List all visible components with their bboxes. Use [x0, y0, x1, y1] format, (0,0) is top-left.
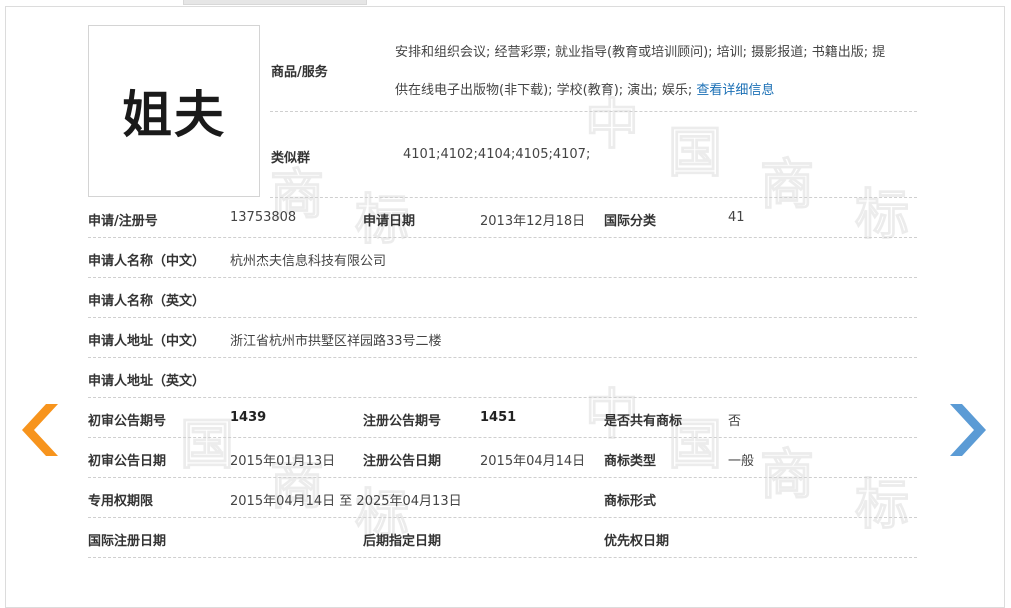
address-cn-label: 申请人地址（中文）	[88, 334, 206, 349]
intl-reg-date-label: 国际注册日期	[88, 534, 167, 549]
intl-class-label: 国际分类	[604, 214, 657, 229]
exclusive-period-label: 专用权期限	[88, 494, 154, 509]
prelim-issue-value: 1439	[230, 410, 267, 425]
reg-issue-value: 1451	[480, 410, 517, 425]
divider	[270, 111, 917, 112]
app-date-label: 申请日期	[363, 214, 416, 229]
next-arrow-svg	[950, 404, 986, 456]
priority-date-label: 优先权日期	[604, 534, 670, 549]
exclusive-period-value: 2015年04月14日 至 2025年04月13日	[230, 494, 462, 509]
prelim-date-label: 初审公告日期	[88, 454, 167, 469]
divider	[88, 357, 917, 358]
prev-arrow-svg	[22, 404, 58, 456]
address-en-label: 申请人地址（英文）	[88, 374, 206, 389]
divider	[88, 397, 917, 398]
shared-value: 否	[728, 414, 742, 429]
divider	[88, 237, 917, 238]
divider	[270, 197, 917, 198]
applicant-cn-label: 申请人名称（中文）	[88, 254, 206, 269]
view-details-link[interactable]: 查看详细信息	[696, 83, 774, 98]
divider	[88, 557, 917, 558]
tm-form-label: 商标形式	[604, 494, 657, 509]
address-cn-value: 浙江省杭州市拱墅区祥园路33号二楼	[230, 334, 442, 349]
divider	[88, 477, 917, 478]
prelim-issue-label: 初审公告期号	[88, 414, 167, 429]
similar-group-label: 类似群	[271, 151, 311, 166]
tm-type-value: 一般	[728, 454, 755, 469]
reg-issue-label: 注册公告期号	[363, 414, 442, 429]
intl-class-value: 41	[728, 210, 745, 225]
reg-date-label: 注册公告日期	[363, 454, 442, 469]
tm-type-label: 商标类型	[604, 454, 657, 469]
divider	[88, 277, 917, 278]
reg-no-value: 13753808	[230, 210, 297, 225]
reg-no-label: 申请/注册号	[88, 214, 158, 229]
app-date-value: 2013年12月18日	[480, 214, 586, 229]
goods-line-2: 供在线电子出版物(非下载); 学校(教育); 演出; 娱乐; 查看详细信息	[395, 83, 775, 98]
divider	[88, 517, 917, 518]
goods-line-1: 安排和组织会议; 经营彩票; 就业指导(教育或培训顾问); 培训; 摄影报道; …	[395, 45, 886, 60]
similar-group-value: 4101;4102;4104;4105;4107;	[403, 147, 591, 162]
top-tab[interactable]	[183, 0, 367, 5]
divider	[88, 437, 917, 438]
shared-label: 是否共有商标	[604, 414, 683, 429]
applicant-cn-value: 杭州杰夫信息科技有限公司	[230, 254, 387, 269]
goods-label: 商品/服务	[271, 65, 328, 80]
divider	[88, 317, 917, 318]
applicant-en-label: 申请人名称（英文）	[88, 294, 206, 309]
prelim-date-value: 2015年01月13日	[230, 454, 336, 469]
trademark-logo-text: 姐夫	[122, 86, 226, 144]
reg-date-value: 2015年04月14日	[480, 454, 586, 469]
arrow-left-icon[interactable]	[22, 404, 58, 456]
arrow-right-icon[interactable]	[950, 404, 986, 456]
trademark-image: 姐夫	[88, 25, 260, 197]
later-designation-label: 后期指定日期	[363, 534, 442, 549]
